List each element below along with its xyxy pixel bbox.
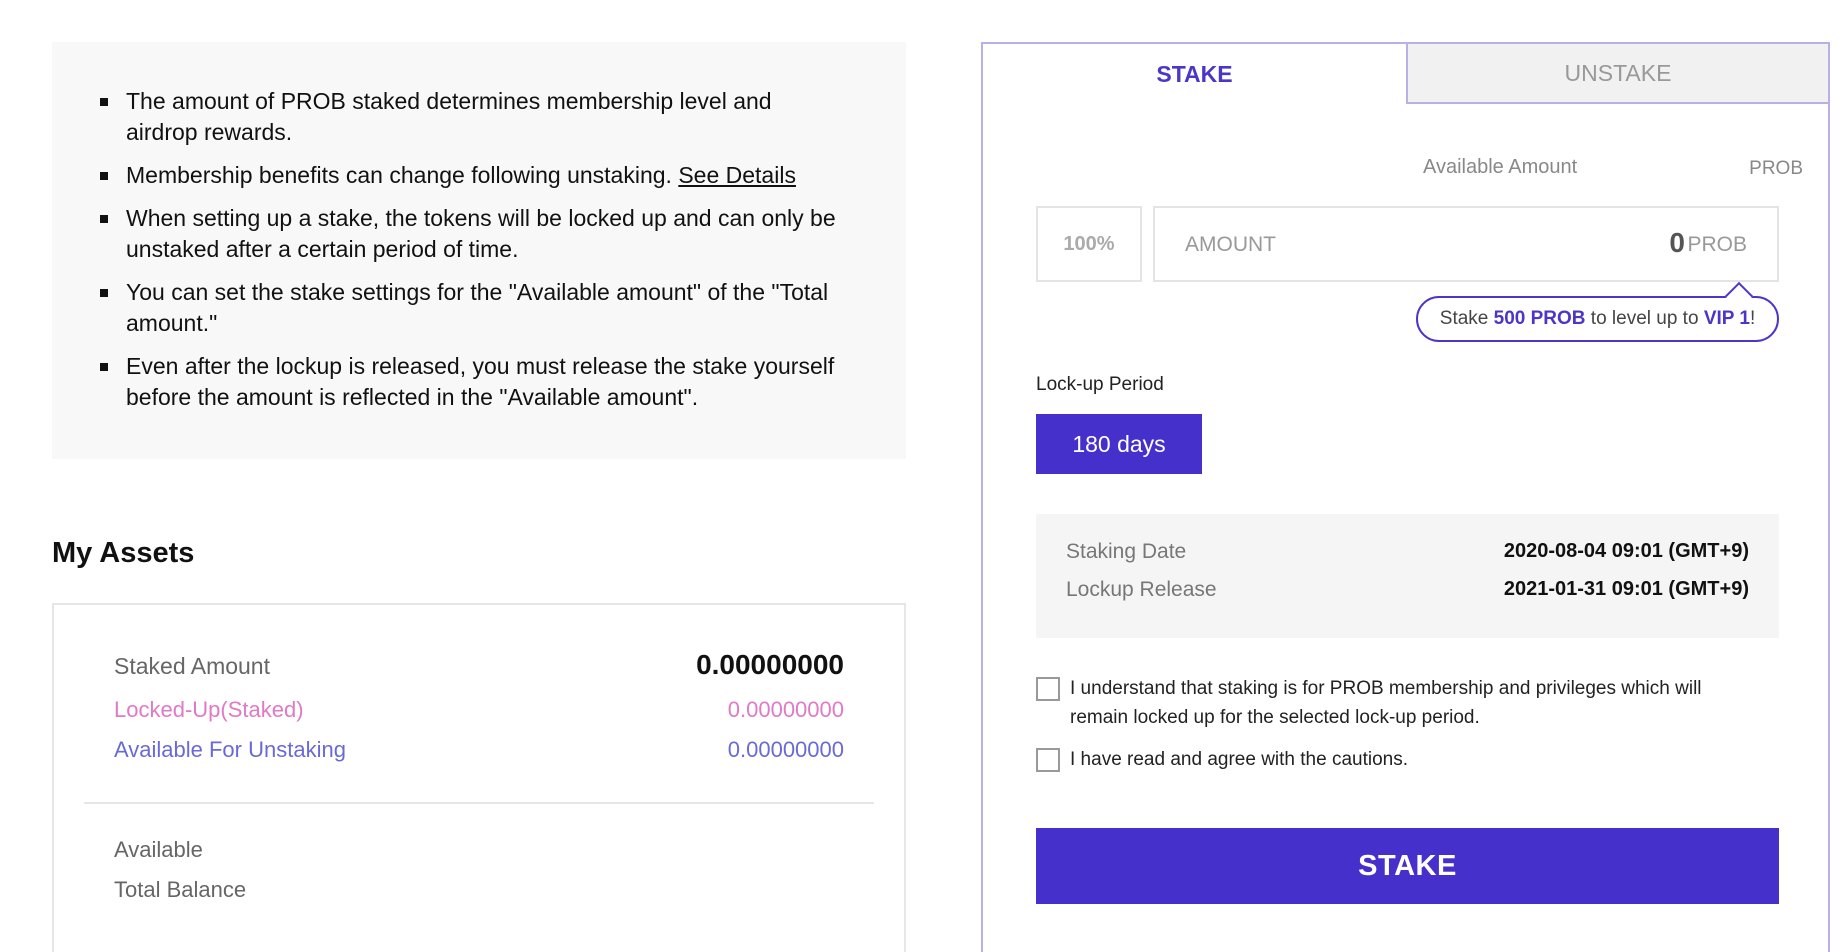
see-details-link[interactable]: See Details <box>678 162 796 188</box>
bullet-icon <box>100 363 108 371</box>
staked-amount-label: Staked Amount <box>114 653 270 679</box>
agree-checkbox[interactable] <box>1036 748 1060 772</box>
amount-value: 0 <box>1669 227 1685 258</box>
percent-100-button[interactable]: 100% <box>1036 206 1142 282</box>
notice-text: The amount of PROB staked determines mem… <box>126 88 772 145</box>
notice-text: You can set the stake settings for the "… <box>126 279 829 336</box>
level-up-tooltip: Stake 500 PROB to level up to VIP 1! <box>1416 281 1779 342</box>
tooltip-prefix: Stake <box>1439 308 1494 329</box>
amount-unit: PROB <box>1687 233 1747 256</box>
locked-up-row: Locked-Up(Staked) 0.00000000 <box>114 697 844 723</box>
staking-date-row: Staking Date 2020-08-04 09:01 (GMT+9) <box>1066 540 1749 564</box>
divider <box>84 802 874 804</box>
tooltip-suffix: ! <box>1749 308 1756 329</box>
amount-input[interactable]: AMOUNT 0 PROB <box>1153 206 1779 282</box>
assets-card: Staked Amount 0.00000000 Locked-Up(Stake… <box>52 603 906 952</box>
tooltip-amount: 500 PROB <box>1493 308 1586 329</box>
tooltip-middle: to level up to <box>1585 308 1704 329</box>
notice-text: When setting up a stake, the tokens will… <box>126 205 836 262</box>
staking-date-value: 2020-08-04 09:01 (GMT+9) <box>1503 540 1749 562</box>
lockup-release-row: Lockup Release 2021-01-31 09:01 (GMT+9) <box>1066 578 1749 602</box>
bullet-icon <box>100 289 108 297</box>
my-assets-title: My Assets <box>52 537 195 569</box>
tab-unstake-label: UNSTAKE <box>1564 59 1672 86</box>
lockup-period-label: Lock-up Period <box>1036 374 1164 395</box>
tooltip-caret-icon <box>1724 281 1754 311</box>
notice-list: The amount of PROB staked determines mem… <box>100 86 846 413</box>
agree-checkbox-label: I have read and agree with the cautions. <box>1070 749 1409 770</box>
notice-text: Membership benefits can change following… <box>126 162 672 188</box>
staked-amount-row: Staked Amount 0.00000000 <box>114 649 844 681</box>
notice-item: You can set the stake settings for the "… <box>100 277 840 339</box>
understand-checkbox-label: I understand that staking is for PROB me… <box>1070 678 1702 728</box>
bullet-icon <box>100 215 108 223</box>
available-amount-unit: PROB <box>1749 158 1803 179</box>
notice-item: Membership benefits can change following… <box>100 160 840 191</box>
tab-unstake[interactable]: UNSTAKE <box>1406 44 1828 104</box>
available-for-unstaking-value: 0.00000000 <box>727 737 844 762</box>
staking-panel: STAKE UNSTAKE Available Amount PROB 100%… <box>981 42 1830 952</box>
lockup-release-label: Lockup Release <box>1066 578 1217 601</box>
notice-item: When setting up a stake, the tokens will… <box>100 203 840 265</box>
staking-notice: The amount of PROB staked determines mem… <box>52 42 906 459</box>
lockup-180-days-button[interactable]: 180 days <box>1036 414 1202 474</box>
understand-checkbox-row: I understand that staking is for PROB me… <box>1036 676 1750 732</box>
available-for-unstaking-label: Available For Unstaking <box>114 737 346 762</box>
available-row: Available <box>114 837 844 863</box>
available-amount-label: Available Amount <box>1423 156 1578 178</box>
staked-amount-value: 0.00000000 <box>696 649 844 680</box>
amount-placeholder: AMOUNT <box>1185 233 1276 256</box>
available-label: Available <box>114 837 203 862</box>
total-balance-row: Total Balance <box>114 877 844 903</box>
total-balance-label: Total Balance <box>114 877 247 902</box>
lockup-release-value: 2021-01-31 09:01 (GMT+9) <box>1503 578 1749 600</box>
notice-item: The amount of PROB staked determines mem… <box>100 86 840 148</box>
agree-checkbox-row: I have read and agree with the cautions. <box>1036 747 1750 774</box>
available-for-unstaking-row: Available For Unstaking 0.00000000 <box>114 737 844 763</box>
locked-up-value: 0.00000000 <box>727 697 844 722</box>
staking-date-label: Staking Date <box>1066 540 1187 563</box>
bullet-icon <box>100 98 108 106</box>
tab-stake[interactable]: STAKE <box>983 42 1406 104</box>
locked-up-label: Locked-Up(Staked) <box>114 697 304 722</box>
stake-submit-button[interactable]: STAKE <box>1036 828 1779 904</box>
bullet-icon <box>100 172 108 180</box>
dates-summary: Staking Date 2020-08-04 09:01 (GMT+9) Lo… <box>1036 514 1779 638</box>
notice-text: Even after the lockup is released, you m… <box>126 353 835 410</box>
understand-checkbox[interactable] <box>1036 677 1060 701</box>
notice-item: Even after the lockup is released, you m… <box>100 351 840 413</box>
tooltip-level: VIP 1 <box>1703 308 1750 329</box>
